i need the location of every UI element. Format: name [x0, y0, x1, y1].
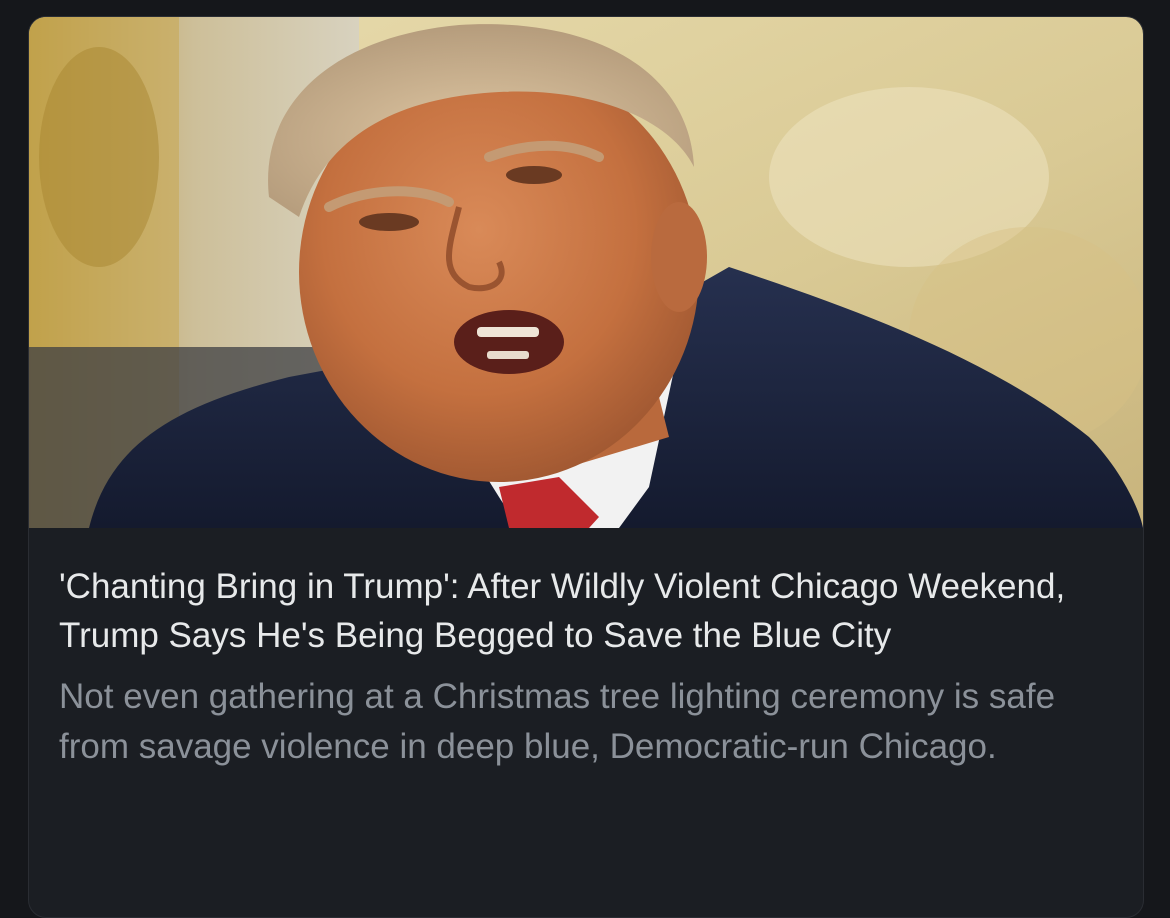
article-summary: Not even gathering at a Christmas tree l… [59, 677, 1056, 766]
article-photo [29, 17, 1143, 528]
article-card[interactable]: 'Chanting Bring in Trump': After Wildly … [28, 16, 1144, 918]
article-headline[interactable]: 'Chanting Bring in Trump': After Wildly … [59, 562, 1109, 660]
article-text: 'Chanting Bring in Trump': After Wildly … [59, 562, 1109, 772]
